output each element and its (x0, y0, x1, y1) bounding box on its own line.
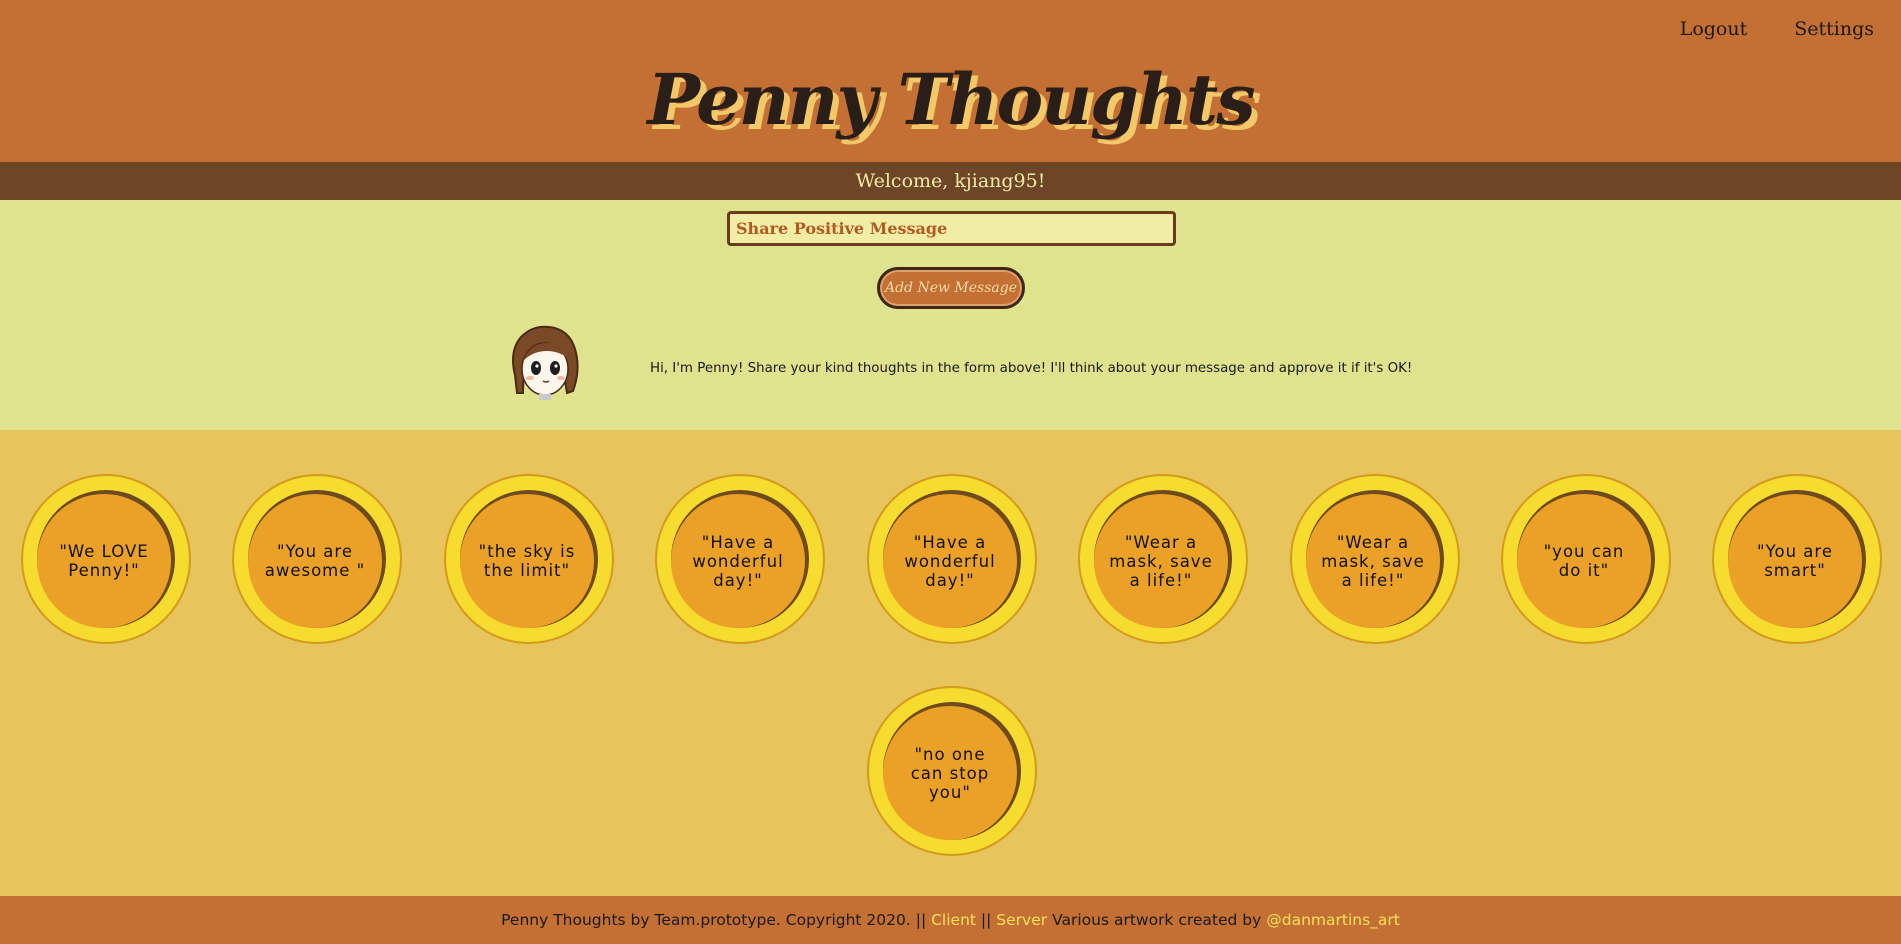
message-coin[interactable]: "You are awesome " (232, 474, 402, 644)
message-coin[interactable]: "Have a wonderful day!" (867, 474, 1037, 644)
header: Logout Settings Penny Thoughts (0, 0, 1901, 162)
footer: Penny Thoughts by Team.prototype. Copyri… (0, 896, 1901, 944)
message-text: "You are awesome " (264, 542, 366, 580)
message-coin[interactable]: "you can do it" (1501, 474, 1671, 644)
page-title: Penny Thoughts (647, 58, 1255, 141)
add-message-button[interactable]: Add New Message (877, 267, 1025, 309)
welcome-banner: Welcome, kjiang95! (0, 162, 1901, 200)
artist-link[interactable]: @danmartins_art (1266, 911, 1400, 929)
message-coin[interactable]: "no one can stop you" (867, 686, 1037, 856)
client-link[interactable]: Client (931, 911, 976, 929)
footer-credit: Penny Thoughts by Team.prototype. Copyri… (501, 911, 932, 929)
penny-avatar-icon (512, 325, 579, 400)
message-text: "you can do it" (1543, 542, 1625, 580)
server-link[interactable]: Server (996, 911, 1047, 929)
message-coin[interactable]: "Wear a mask, save a life!" (1078, 474, 1248, 644)
message-text: "Have a wonderful day!" (692, 532, 784, 590)
message-text: "Wear a mask, save a life!" (1109, 532, 1213, 590)
logout-link[interactable]: Logout (1680, 18, 1748, 40)
top-nav: Logout Settings (1680, 18, 1874, 40)
settings-link[interactable]: Settings (1794, 18, 1874, 40)
footer-artwork-credit: Various artwork created by (1047, 911, 1267, 929)
message-coin[interactable]: "Wear a mask, save a life!" (1290, 474, 1460, 644)
message-input[interactable] (727, 211, 1176, 246)
message-text: "You are smart" (1757, 542, 1833, 580)
compose-section: Add New Message Hi, I'm Penny! Share you… (0, 200, 1901, 430)
message-text: "Have a wonderful day!" (904, 532, 996, 590)
message-text: "no one can stop you" (910, 744, 990, 802)
message-text: "We LOVE Penny!" (59, 542, 149, 580)
message-text: "Wear a mask, save a life!" (1321, 532, 1425, 590)
footer-separator: || (975, 911, 997, 929)
message-text: "the sky is the limit" (478, 542, 576, 580)
message-coin[interactable]: "Have a wonderful day!" (655, 474, 825, 644)
message-coin[interactable]: "You are smart" (1712, 474, 1882, 644)
penny-message: Hi, I'm Penny! Share your kind thoughts … (650, 361, 1413, 376)
message-coin[interactable]: "We LOVE Penny!" (21, 474, 191, 644)
message-coin[interactable]: "the sky is the limit" (444, 474, 614, 644)
